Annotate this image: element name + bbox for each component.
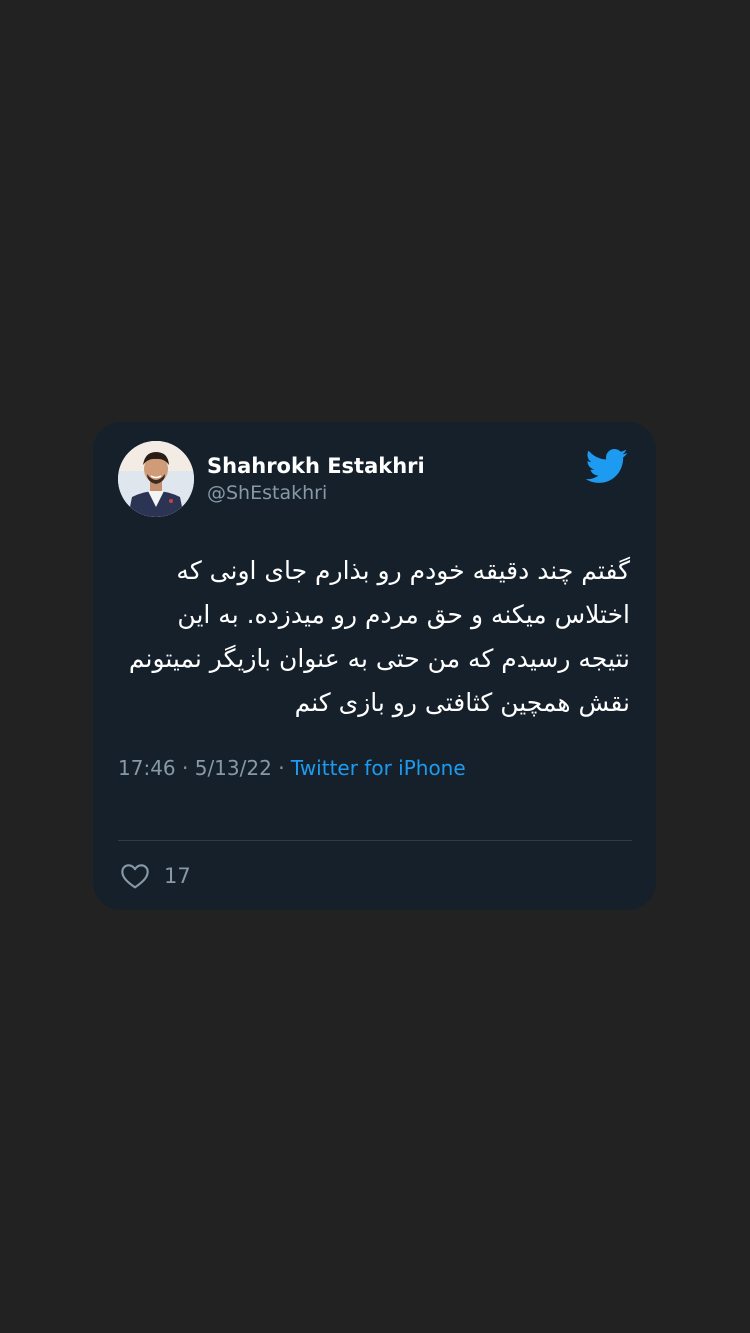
like-count: 17	[164, 864, 191, 888]
tweet-time[interactable]: 17:46	[118, 756, 176, 780]
tweet-text: گفتم چند دقیقه خودم رو بذارم جای اونی که…	[128, 556, 630, 717]
heart-outline-icon[interactable]	[118, 860, 152, 892]
meta-separator: ·	[278, 756, 285, 780]
tweet-card[interactable]: Shahrokh Estakhri @ShEstakhri گفتم چند د…	[93, 422, 656, 910]
author-handle[interactable]: @ShEstakhri	[207, 480, 327, 506]
author-name[interactable]: Shahrokh Estakhri	[207, 452, 425, 480]
twitter-bird-icon[interactable]	[582, 444, 630, 488]
tweet-source-link[interactable]: Twitter for iPhone	[291, 756, 466, 780]
avatar[interactable]	[118, 441, 194, 517]
avatar-image	[118, 441, 194, 517]
tweet-meta: 17:46 · 5/13/22 · Twitter for iPhone	[118, 754, 466, 782]
divider	[118, 840, 632, 841]
tweet-date[interactable]: 5/13/22	[195, 756, 272, 780]
meta-separator: ·	[182, 756, 189, 780]
